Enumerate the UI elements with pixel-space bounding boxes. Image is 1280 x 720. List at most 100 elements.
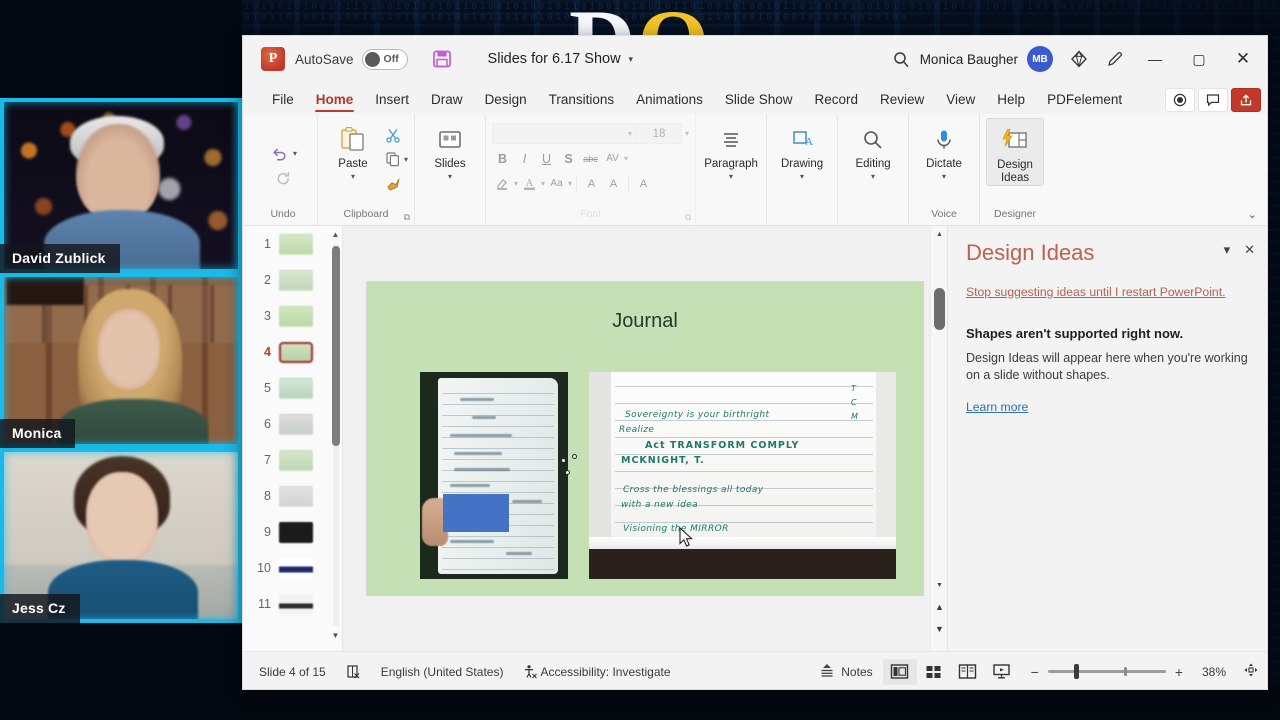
notes-button[interactable]: Notes <box>809 663 882 681</box>
strikethrough-button[interactable]: abc <box>580 148 601 169</box>
tab-help[interactable]: Help <box>986 90 1036 114</box>
reading-view-icon[interactable] <box>951 659 985 685</box>
share-icon[interactable] <box>1231 88 1261 112</box>
scrollbar-thumb[interactable] <box>934 288 945 330</box>
character-spacing-caret[interactable]: ▾ <box>624 154 628 163</box>
format-painter-icon[interactable] <box>382 172 404 194</box>
tab-transitions[interactable]: Transitions <box>538 90 626 114</box>
autosave-toggle[interactable]: Off <box>361 48 408 70</box>
scroll-down-arrow-icon[interactable]: ▼ <box>331 631 340 640</box>
tab-record[interactable]: Record <box>803 90 869 114</box>
zoom-in-button[interactable]: + <box>1175 664 1183 680</box>
font-name-input[interactable] <box>492 123 641 144</box>
tab-slide-show[interactable]: Slide Show <box>714 90 804 114</box>
underline-button[interactable]: U <box>536 148 557 169</box>
slide-title[interactable]: Journal <box>367 310 923 333</box>
slides-button[interactable]: Slides ▾ <box>421 118 479 181</box>
character-spacing-button[interactable]: AV <box>602 148 623 169</box>
copy-icon[interactable] <box>382 148 404 170</box>
canvas-scrollbar[interactable]: ▲ ▼ ▲ ▼ <box>930 226 947 651</box>
thumbnail-slide-3[interactable]: 3 <box>243 298 342 334</box>
scroll-up-arrow-icon[interactable]: ▲ <box>931 226 948 242</box>
zoom-slider-track[interactable] <box>1047 664 1166 679</box>
font-size-caret[interactable]: ▾ <box>685 129 689 138</box>
thumbnail-slide-4[interactable]: 4 <box>243 334 342 370</box>
normal-view-icon[interactable] <box>882 658 917 685</box>
zoom-out-button[interactable]: − <box>1031 664 1039 680</box>
scroll-up-arrow-icon[interactable]: ▲ <box>331 230 340 239</box>
comment-icon[interactable] <box>1198 88 1228 112</box>
text-shadow-button[interactable]: S <box>558 148 579 169</box>
zoom-slider-handle[interactable] <box>1073 664 1079 679</box>
font-color-caret[interactable]: ▾ <box>541 179 545 188</box>
zoom-level-label[interactable]: 38% <box>1192 665 1226 679</box>
slide-counter[interactable]: Slide 4 of 15 <box>249 665 336 679</box>
slide-canvas-area[interactable]: Journal T C M Sovereignty is your birthr… <box>343 226 947 651</box>
increase-font-size-button[interactable]: A <box>581 173 602 194</box>
tab-design[interactable]: Design <box>474 90 538 114</box>
font-color-icon[interactable]: A <box>519 173 540 194</box>
pen-icon[interactable] <box>1097 41 1133 77</box>
highlight-icon[interactable] <box>492 173 513 194</box>
clear-formatting-button[interactable]: A <box>633 173 654 194</box>
slide-shape-blue-rectangle[interactable] <box>443 494 509 532</box>
chevron-down-icon[interactable]: ▾ <box>1224 242 1231 258</box>
diamond-icon[interactable] <box>1061 41 1097 77</box>
paste-button[interactable]: Paste ▾ <box>324 118 382 181</box>
selection-handle[interactable] <box>572 454 577 459</box>
chevron-down-icon[interactable]: ▾ <box>871 172 875 181</box>
stop-suggesting-ideas-link[interactable]: Stop suggesting ideas until I restart Po… <box>966 284 1249 300</box>
video-tile-jess-cz[interactable]: Jess Cz <box>0 448 242 623</box>
user-name-label[interactable]: Monica Baugher <box>920 52 1018 67</box>
change-case-button[interactable]: Aa <box>546 173 567 194</box>
chevron-down-icon[interactable]: ▾ <box>942 172 946 181</box>
tab-review[interactable]: Review <box>869 90 935 114</box>
close-button[interactable]: ✕ <box>1221 39 1265 79</box>
selection-handle[interactable] <box>561 458 566 463</box>
font-dialog-launcher[interactable]: ⧉ <box>685 212 691 223</box>
tab-animations[interactable]: Animations <box>625 90 714 114</box>
scrollbar-thumb[interactable] <box>332 246 340 446</box>
thumbnail-slide-6[interactable]: 6 <box>243 406 342 442</box>
chevron-down-icon[interactable]: ▾ <box>629 54 634 65</box>
drawing-button[interactable]: A Drawing ▾ <box>773 118 831 181</box>
dictate-button[interactable]: Dictate ▾ <box>915 118 973 181</box>
fit-to-window-icon[interactable] <box>1243 662 1259 681</box>
thumbnail-slide-9[interactable]: 9 <box>243 514 342 550</box>
video-tile-david-zublick[interactable]: David Zublick <box>0 98 242 273</box>
tab-pdfelement[interactable]: PDFelement <box>1036 90 1133 114</box>
search-icon[interactable] <box>884 41 920 77</box>
redo-arrow-icon[interactable] <box>272 168 294 190</box>
tab-view[interactable]: View <box>935 90 986 114</box>
slide-image-right-journal[interactable]: T C M Sovereignty is your birthright Rea… <box>589 372 896 579</box>
slide-image-left-journal[interactable] <box>420 372 568 579</box>
slide-thumbnail-panel[interactable]: 1 2 3 4 5 6 7 8 9 10 11 ▲ ▼ <box>243 226 343 651</box>
minimize-button[interactable]: — <box>1133 39 1177 79</box>
clipboard-dialog-launcher[interactable]: ⧉ <box>404 212 410 223</box>
close-icon[interactable]: ✕ <box>1244 242 1255 258</box>
font-name-caret[interactable]: ▾ <box>628 129 632 138</box>
collapse-ribbon-button[interactable]: ⌄ <box>1248 208 1257 221</box>
thumbnail-slide-7[interactable]: 7 <box>243 442 342 478</box>
tab-file[interactable]: File <box>261 90 305 114</box>
highlight-caret[interactable]: ▾ <box>514 179 518 188</box>
paragraph-button[interactable]: Paragraph ▾ <box>702 118 760 181</box>
document-title[interactable]: Slides for 6.17 Show <box>488 51 621 67</box>
selection-handle[interactable] <box>565 470 570 475</box>
tab-draw[interactable]: Draw <box>420 90 474 114</box>
chevron-down-icon[interactable]: ▾ <box>448 172 452 181</box>
maximize-button[interactable]: ▢ <box>1177 39 1221 79</box>
slideshow-icon[interactable] <box>985 659 1019 685</box>
change-case-caret[interactable]: ▾ <box>568 179 572 188</box>
thumbnail-slide-10[interactable]: 10 <box>243 550 342 586</box>
tab-home[interactable]: Home <box>305 90 365 114</box>
zoom-control[interactable]: − + 38% <box>1031 662 1259 681</box>
undo-arrow-icon[interactable] <box>269 143 291 165</box>
chevron-down-icon[interactable]: ▾ <box>800 172 804 181</box>
font-size-input[interactable]: 18 <box>636 123 683 144</box>
chevron-down-icon[interactable]: ▾ <box>729 172 733 181</box>
accessibility-icon[interactable] <box>513 664 540 679</box>
record-circle-icon[interactable] <box>1165 88 1195 112</box>
next-slide-button[interactable]: ▼ <box>931 619 948 639</box>
undo-dropdown-caret[interactable]: ▾ <box>293 149 297 158</box>
